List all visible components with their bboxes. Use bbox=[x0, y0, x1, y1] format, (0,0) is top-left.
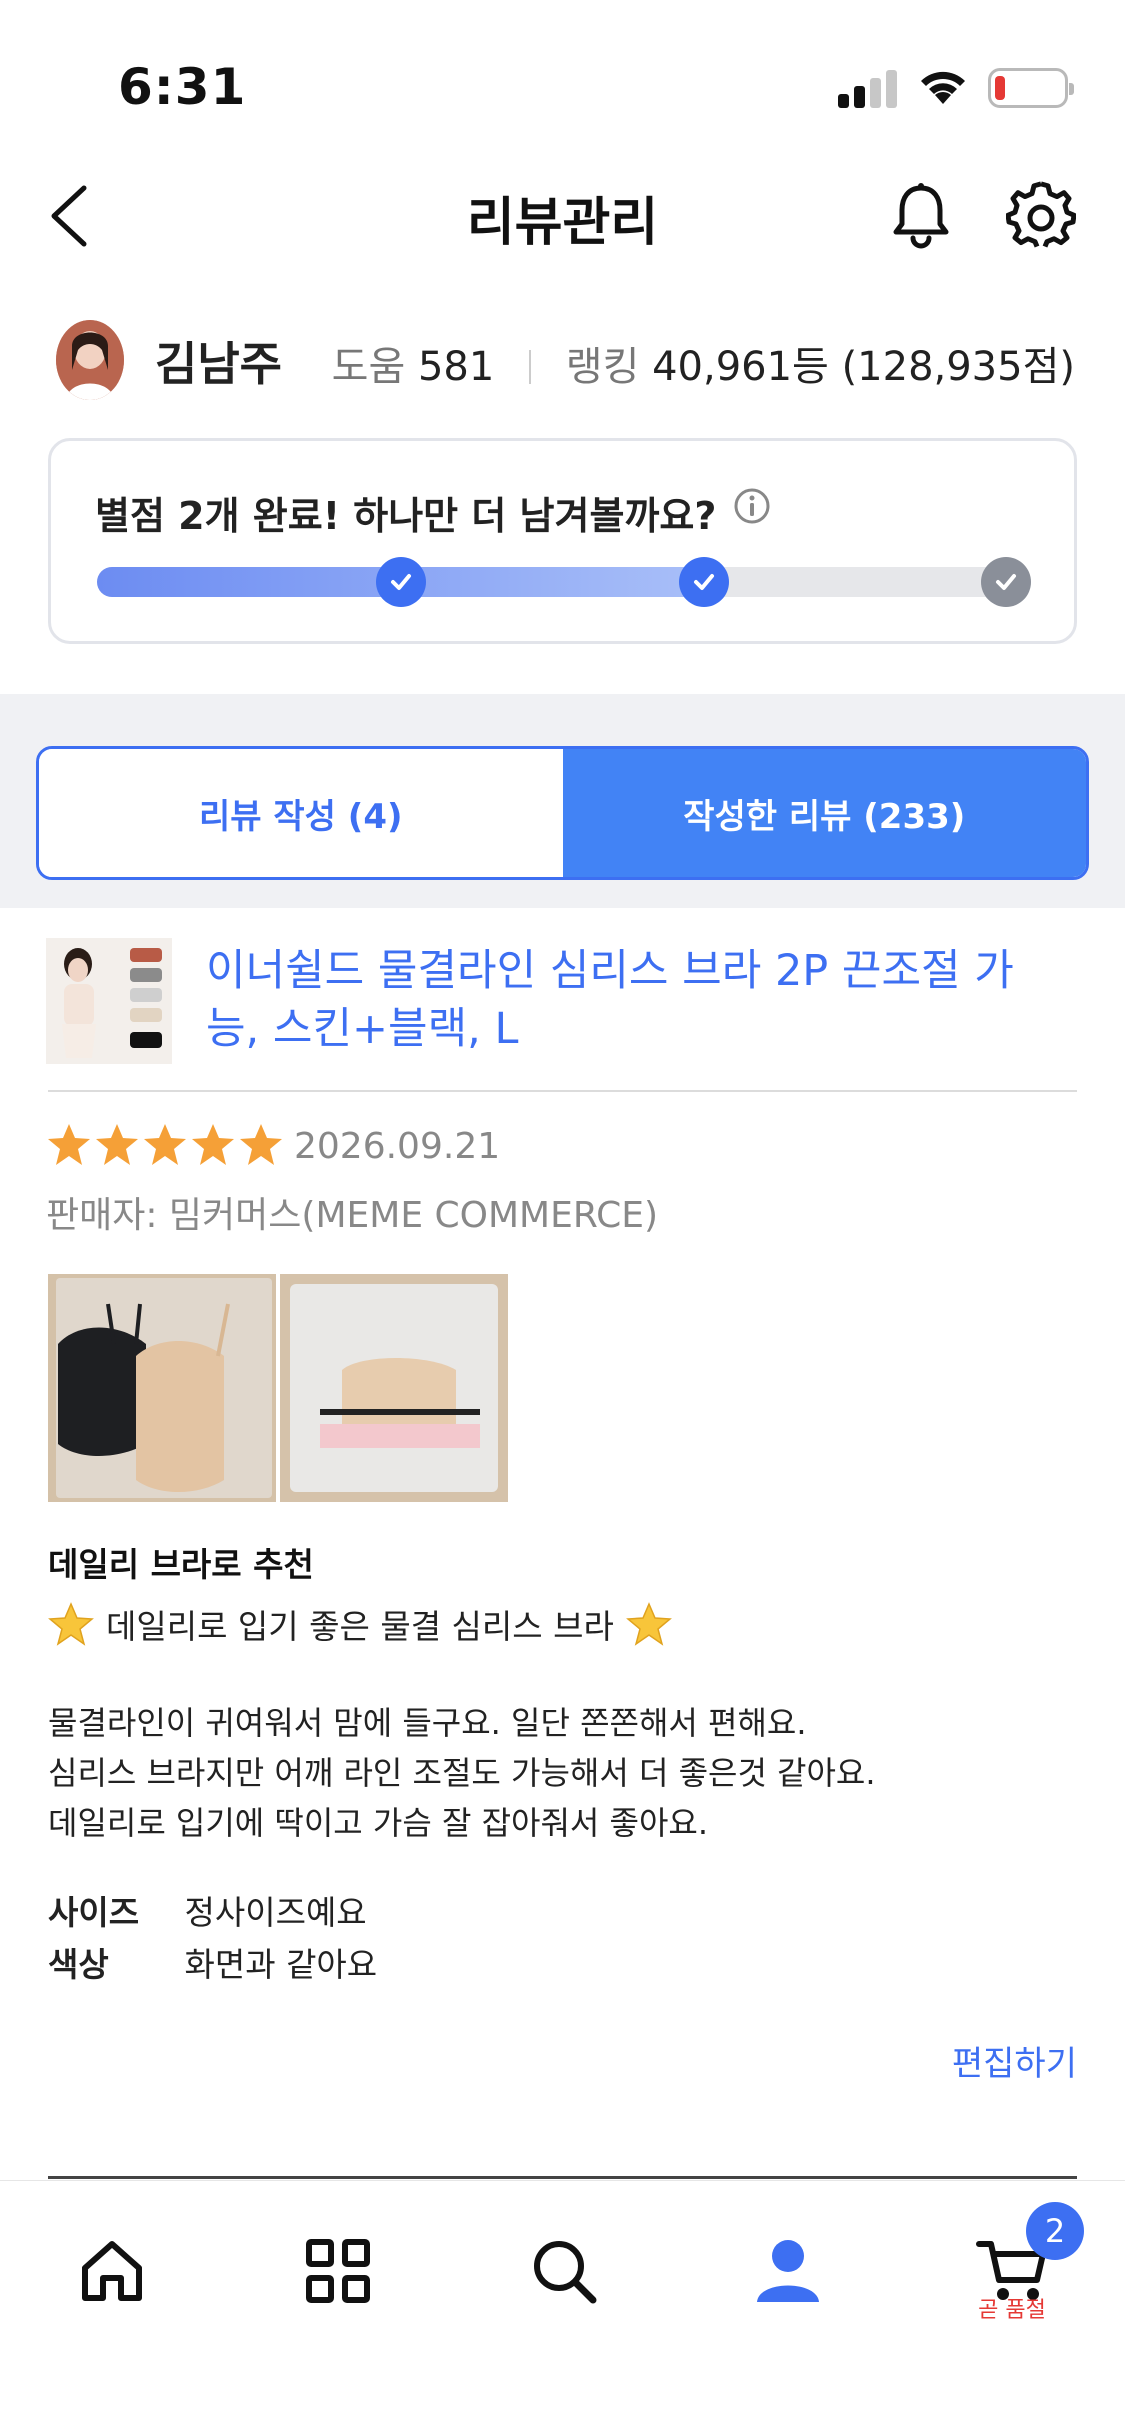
review-subtitle: 데일리로 입기 좋은 물결 심리스 브라 bbox=[48, 1600, 672, 1648]
page-title: 리뷰관리 bbox=[466, 193, 659, 253]
edit-review-link[interactable]: 편집하기 bbox=[952, 2036, 1077, 2085]
progress-step-check-icon bbox=[981, 557, 1031, 607]
star-icon bbox=[94, 1122, 140, 1172]
help-label: 도움 bbox=[331, 344, 406, 390]
star-icon bbox=[142, 1122, 188, 1172]
review-attribute-color: 색상 화면과 같아요 bbox=[48, 1938, 377, 1986]
review-subtitle-text: 데일리로 입기 좋은 물결 심리스 브라 bbox=[106, 1607, 614, 1646]
star-icon bbox=[238, 1122, 284, 1172]
review-tabs: 리뷰 작성 (4) 작성한 리뷰 (233) bbox=[36, 746, 1089, 880]
header: 리뷰관리 bbox=[0, 160, 1125, 270]
review-attribute-size: 사이즈 정사이즈예요 bbox=[48, 1886, 367, 1934]
attribute-value: 화면과 같아요 bbox=[184, 1945, 378, 1984]
user-name: 김남주 bbox=[155, 337, 282, 391]
review-photo[interactable] bbox=[280, 1274, 508, 1502]
rating-progress-card: 별점 2개 완료! 하나만 더 남겨볼까요? bbox=[48, 438, 1077, 644]
wifi-icon bbox=[916, 64, 970, 110]
bell-icon bbox=[893, 183, 949, 249]
star-icon bbox=[46, 1122, 92, 1172]
stats-divider bbox=[529, 350, 532, 384]
settings-button[interactable] bbox=[1005, 180, 1077, 252]
cart-soldout-note: 곧 품절 bbox=[978, 2298, 1046, 2323]
tab-write-review[interactable]: 리뷰 작성 (4) bbox=[39, 749, 563, 877]
tab-my-page[interactable] bbox=[738, 2221, 838, 2321]
review-title: 데일리 브라로 추천 bbox=[48, 1545, 314, 1584]
product-name-link[interactable]: 이너쉴드 물결라인 심리스 브라 2P 끈조절 가능, 스킨+블랙, L bbox=[206, 942, 1066, 1058]
avatar[interactable] bbox=[56, 320, 124, 400]
gear-icon bbox=[1005, 181, 1077, 248]
profile-summary: 김남주 도움 581 랭킹 40,961등 (128,935점) bbox=[0, 318, 1125, 403]
progress-message: 별점 2개 완료! 하나만 더 남겨볼까요? bbox=[95, 494, 717, 538]
search-icon bbox=[534, 2241, 597, 2304]
attribute-value: 정사이즈예요 bbox=[184, 1893, 367, 1932]
tab-home[interactable] bbox=[62, 2221, 162, 2321]
tab-category[interactable] bbox=[288, 2221, 388, 2321]
star-emoji-icon bbox=[625, 1602, 672, 1646]
star-emoji-icon bbox=[48, 1602, 94, 1646]
user-stats: 도움 581 랭킹 40,961등 (128,935점) bbox=[332, 334, 1075, 392]
cellular-signal-icon bbox=[838, 68, 898, 108]
progress-track bbox=[97, 557, 1031, 607]
battery-icon bbox=[988, 68, 1074, 108]
tab-search[interactable] bbox=[514, 2221, 614, 2321]
progress-step-check-icon bbox=[376, 557, 427, 607]
product-thumbnail[interactable] bbox=[46, 938, 172, 1064]
tab-written-reviews[interactable]: 작성한 리뷰 (233) bbox=[562, 749, 1086, 877]
review-body-line: 데일리로 입기에 딱이고 가슴 잘 잡아줘서 좋아요. bbox=[48, 1804, 709, 1842]
ranking-label: 랭킹 bbox=[565, 344, 640, 390]
seller-name: 판매자: 밈커머스(MEME COMMERCE) bbox=[46, 1195, 659, 1236]
divider bbox=[48, 2176, 1077, 2179]
rating-stars bbox=[46, 1122, 284, 1172]
star-icon bbox=[190, 1122, 236, 1172]
review-body: 물결라인이 귀여워서 맘에 들구요. 일단 쫀쫀해서 편해요. 심리스 브라지만… bbox=[48, 1698, 876, 1848]
notification-button[interactable] bbox=[888, 180, 954, 252]
ranking-value: 40,961등 (128,935점) bbox=[652, 344, 1075, 390]
home-icon bbox=[82, 2241, 142, 2301]
attribute-key: 색상 bbox=[48, 1945, 109, 1984]
status-time: 6:31 bbox=[118, 58, 247, 116]
attribute-key: 사이즈 bbox=[48, 1893, 140, 1932]
cart-count-badge: 2 bbox=[1026, 2202, 1084, 2260]
review-body-line: 물결라인이 귀여워서 맘에 들구요. 일단 쫀쫀해서 편해요. bbox=[48, 1704, 807, 1742]
progress-step-check-icon bbox=[678, 557, 729, 607]
status-bar: 6:31 bbox=[0, 0, 1125, 150]
divider bbox=[48, 1090, 1077, 1092]
profile-icon bbox=[757, 2240, 819, 2302]
review-date: 2026.09.21 bbox=[294, 1126, 501, 1167]
review-photo[interactable] bbox=[48, 1274, 276, 1502]
help-count: 581 bbox=[417, 344, 495, 390]
info-icon[interactable] bbox=[733, 487, 771, 529]
bottom-tab-bar bbox=[0, 2180, 1125, 2436]
category-icon bbox=[306, 2239, 370, 2303]
review-body-line: 심리스 브라지만 어깨 라인 조절도 가능해서 더 좋은것 같아요. bbox=[48, 1754, 876, 1792]
